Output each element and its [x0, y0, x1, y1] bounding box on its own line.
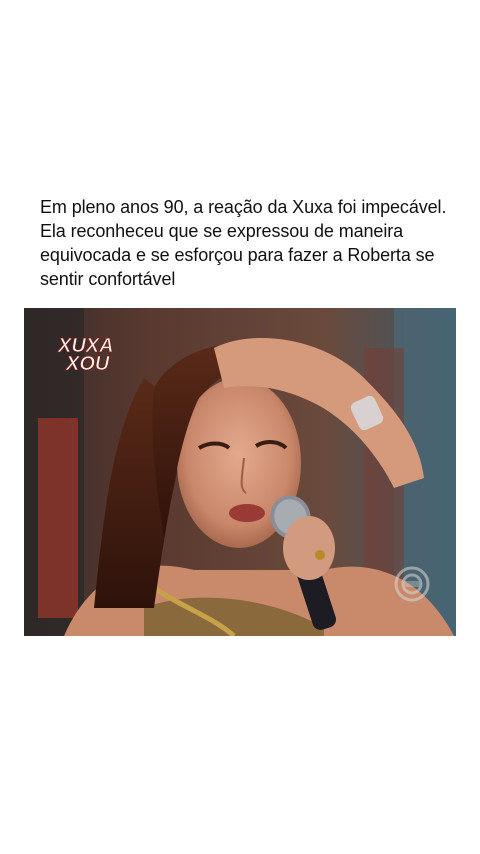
- caption-line-2: Ela reconheceu que se expressou de manei…: [40, 221, 404, 241]
- show-logo: XUXA XOU: [57, 335, 114, 376]
- caption-line-3: equivocada e se esforçou para fazer a Ro…: [40, 245, 435, 265]
- caption-line-1: Em pleno anos 90, a reação da Xuxa foi i…: [40, 197, 447, 217]
- post-caption: Em pleno anos 90, a reação da Xuxa foi i…: [40, 195, 460, 291]
- caption-line-4: sentir confortável: [40, 269, 176, 289]
- video-frame[interactable]: XUXA XOU: [24, 308, 456, 636]
- video-still: XUXA XOU: [24, 308, 456, 636]
- show-logo-line2: XOU: [65, 353, 110, 375]
